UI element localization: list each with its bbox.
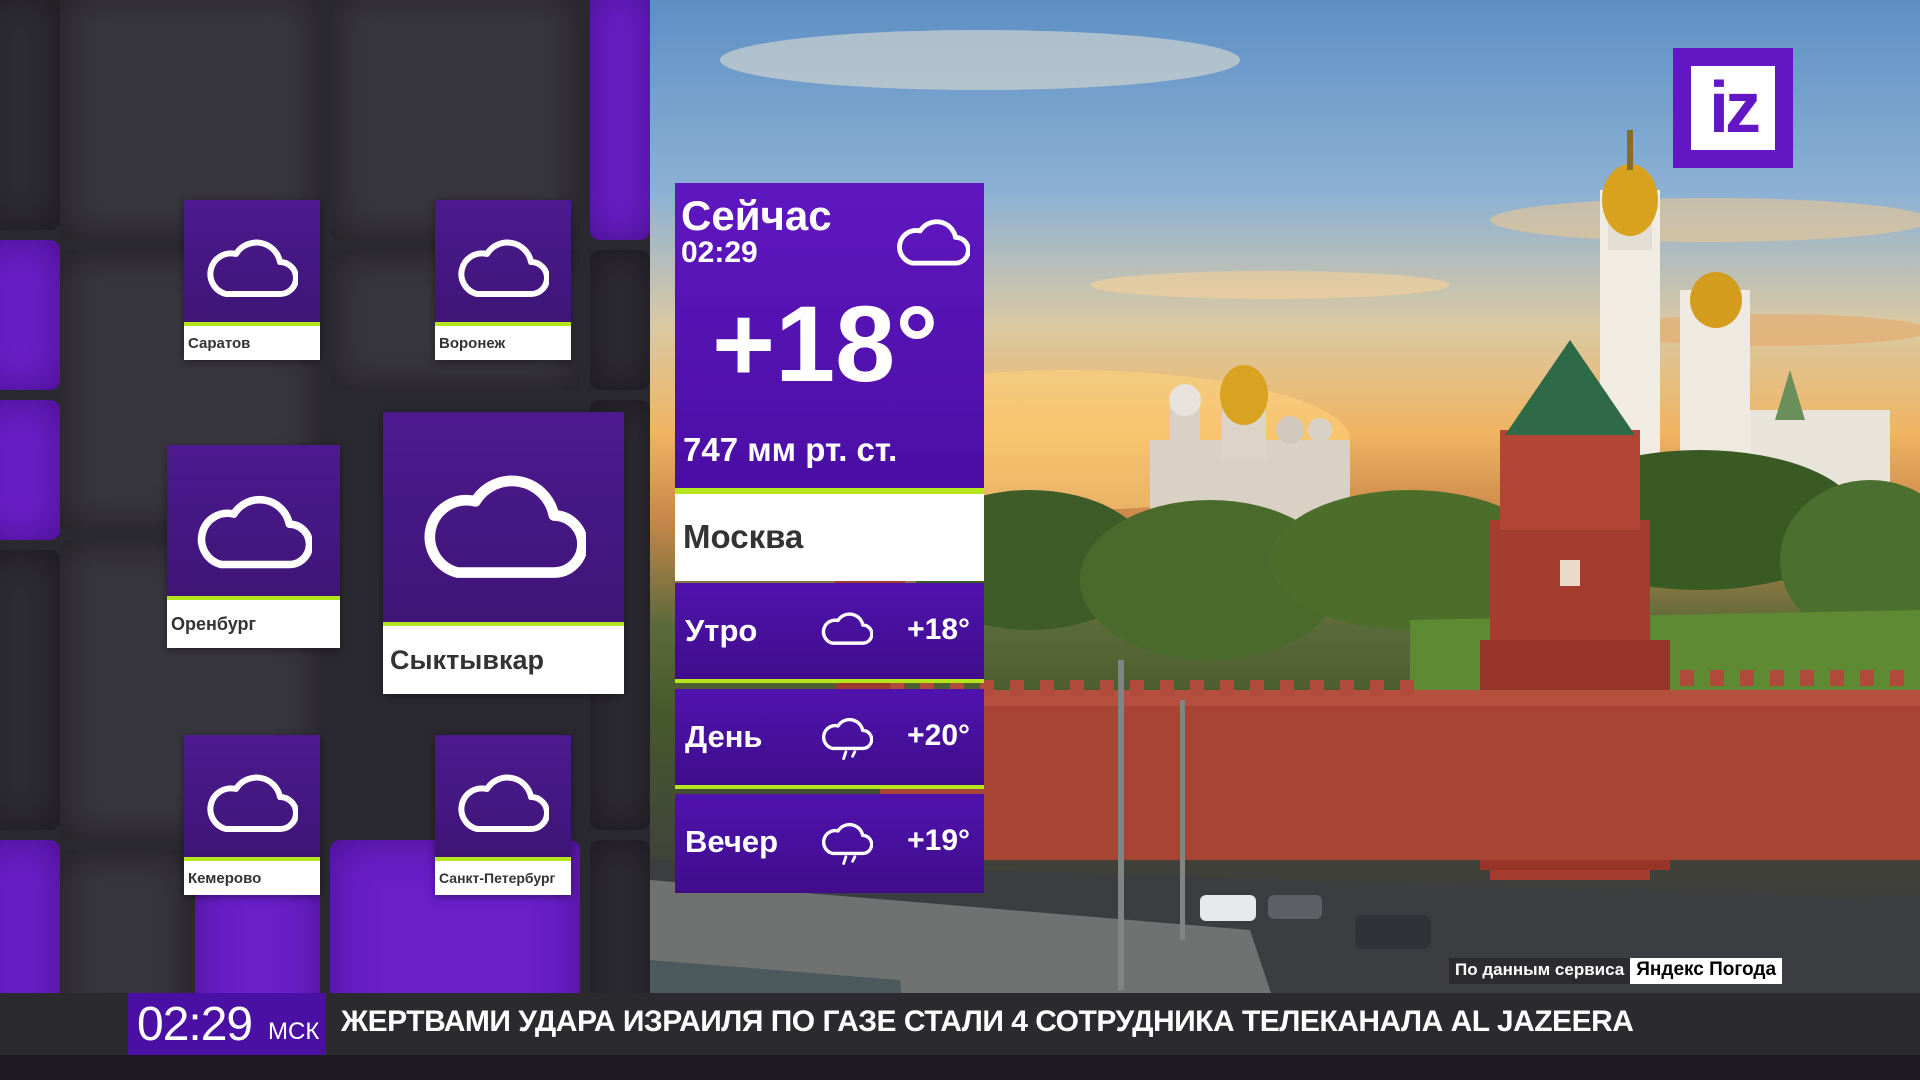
source-prefix: По данным сервиса <box>1449 958 1631 984</box>
period-temperature: +18° <box>907 613 970 646</box>
current-label: Сейчас <box>681 192 832 239</box>
city-tile-label: Оренбург <box>167 596 340 648</box>
cloud-rain-icon <box>822 822 873 865</box>
data-source-credit: По данным сервиса Яндекс Погода <box>1449 958 1783 984</box>
cloud-icon <box>423 475 586 578</box>
city-tile-label: Сыктывкар <box>383 622 624 694</box>
forecast-evening: Вечер +19° <box>675 794 984 893</box>
cloud-icon <box>207 239 298 297</box>
city-tile-label: Саратов <box>184 322 320 360</box>
cloud-rain-icon <box>822 717 873 760</box>
cloud-icon <box>207 774 298 832</box>
cloud-icon <box>458 774 549 832</box>
city-tile-saint-petersburg: Санкт-Петербург <box>435 735 571 895</box>
period-temperature: +19° <box>907 824 970 857</box>
channel-logo: iz <box>1673 48 1793 168</box>
current-time: 02:29 <box>681 236 758 269</box>
ticker-clock: 02:29 <box>137 998 253 1051</box>
period-label: Утро <box>685 613 758 648</box>
city-tile-label: Воронеж <box>435 322 571 360</box>
cloud-icon <box>458 239 549 297</box>
period-label: Вечер <box>685 824 779 859</box>
city-tile-label: Кемерово <box>184 857 320 895</box>
ticker-timezone: МСК <box>268 1018 320 1045</box>
forecast-morning: Утро +18° <box>675 583 984 683</box>
ticker-headline: ЖЕРТВАМИ УДАРА ИЗРАИЛЯ ПО ГАЗЕ СТАЛИ 4 С… <box>341 1005 1634 1038</box>
cloud-icon <box>821 612 873 645</box>
city-tile-kemerovo: Кемерово <box>184 735 320 895</box>
logo-mark: iz <box>1691 66 1775 150</box>
bottom-strip <box>0 1055 1920 1080</box>
cloud-icon <box>897 219 970 266</box>
city-tile-voronezh: Воронеж <box>435 200 571 360</box>
forecast-day: День +20° <box>675 689 984 789</box>
cloud-icon <box>197 495 312 569</box>
city-tile-label: Санкт-Петербург <box>435 857 571 895</box>
period-temperature: +20° <box>907 719 970 752</box>
city-tile-syktyvkar: Сыктывкар <box>383 412 624 694</box>
current-pressure: 747 мм рт. ст. <box>683 431 898 468</box>
current-temperature: +18° <box>712 283 939 404</box>
period-label: День <box>685 719 763 754</box>
city-tile-orenburg: Оренбург <box>167 445 340 648</box>
city-tile-saratov: Саратов <box>184 200 320 360</box>
city-name: Москва <box>683 518 804 555</box>
source-name: Яндекс Погода <box>1630 958 1783 984</box>
